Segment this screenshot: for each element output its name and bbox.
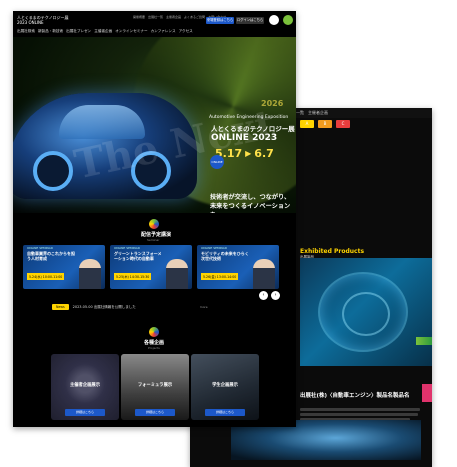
seminar-section-title: 配信予定講演 bbox=[141, 232, 172, 238]
menu-item[interactable]: カンファレンス bbox=[151, 29, 176, 34]
card-chip: ONLINE SEMINAR bbox=[27, 246, 53, 250]
news-bar: News 2023.05.00 出展社情報を公開しました more bbox=[52, 304, 208, 310]
carousel-controls: ‹ › bbox=[259, 291, 280, 300]
top-nav-item[interactable]: 出展社一覧 bbox=[148, 15, 163, 19]
project-detail-button[interactable]: 詳細はこちら bbox=[65, 409, 105, 416]
top-nav-item[interactable]: 主催者企画 bbox=[166, 15, 181, 19]
date-arrow-icon: ▶ bbox=[245, 149, 252, 158]
showcase-stage: 開催概要 出展社一覧 主催者企画 ワークショップ・ワークショップ A B C E… bbox=[0, 0, 457, 467]
menu-item[interactable]: 主催者企画 bbox=[94, 29, 112, 34]
menu-item[interactable]: 出展社プレゼン bbox=[66, 29, 91, 34]
card-title: グリーントランスフォーメーション時代の自動車 bbox=[114, 251, 162, 261]
pink-side-button[interactable] bbox=[422, 384, 432, 402]
register-button[interactable]: 来場登録はこちら bbox=[206, 17, 234, 24]
news-more-link[interactable]: more bbox=[200, 305, 208, 309]
hero-year: 2026 bbox=[261, 99, 284, 108]
projects-section-subtitle: Projects bbox=[148, 346, 160, 350]
card-title: 自動車業界のこれからを担う人材育成 bbox=[27, 251, 75, 261]
top-page: 人とくるまのテクノロジー展 2023 ONLINE 出展社検索 新製品・新技術 … bbox=[13, 11, 296, 427]
speaker-photo bbox=[166, 259, 188, 289]
language-icon[interactable] bbox=[269, 15, 279, 25]
top-nav-item[interactable]: よくあるご質問 bbox=[184, 15, 205, 19]
menu-item[interactable]: 出展社検索 bbox=[17, 29, 35, 34]
hero-tagline: 技術者が交流し、つながり、 未来をつくるイノベーションを bbox=[210, 193, 296, 213]
event-dates: 5.17 ▶ 6.7 bbox=[215, 147, 274, 160]
project-card[interactable]: 主催者企画展示 詳細はこちら bbox=[51, 354, 119, 420]
menu-item[interactable]: 新製品・新技術 bbox=[38, 29, 63, 34]
project-label: 主催者企画展示 bbox=[69, 383, 101, 388]
hero-subtitle-en: Automotive Engineering Exposition bbox=[209, 115, 289, 120]
date-end: 6.7 bbox=[254, 147, 274, 160]
hero-title-online: ONLINE 2023 bbox=[211, 133, 278, 143]
speaker-photo bbox=[253, 259, 275, 289]
engine-graphic bbox=[318, 272, 408, 352]
seminar-logo-icon bbox=[149, 219, 159, 229]
seminar-card[interactable]: ONLINE SEMINAR 自動車業界のこれからを担う人材育成 5.24(水)… bbox=[23, 245, 105, 289]
car-wheel bbox=[33, 151, 73, 191]
tagline-line: 未来をつくるイノベーションを bbox=[210, 203, 291, 213]
carousel-next-button[interactable]: › bbox=[271, 291, 280, 300]
back-tab-c[interactable]: C bbox=[336, 120, 350, 128]
speaker-photo bbox=[79, 259, 101, 289]
product-title: 出展社(株)〈自動車エンジン〉製品名製品名 bbox=[300, 393, 410, 399]
project-label: フォーミュラ展示 bbox=[137, 383, 173, 388]
seminar-carousel: ONLINE SEMINAR 自動車業界のこれからを担う人材育成 5.24(水)… bbox=[23, 245, 279, 289]
seminar-section-subtitle: Seminar bbox=[147, 238, 160, 242]
seminar-card[interactable]: ONLINE SEMINAR モビリティの未来をひらく次世代技術 5.26(金)… bbox=[197, 245, 279, 289]
projects-logo-icon bbox=[149, 327, 159, 337]
tagline-line: 技術者が交流し、つながり、 bbox=[210, 194, 291, 201]
login-button[interactable]: ログインはこちら bbox=[236, 17, 264, 24]
project-card[interactable]: 学生企画展示 詳細はこちら bbox=[191, 354, 259, 420]
card-date: 5.26(金) 13:00-14:00 bbox=[201, 273, 239, 280]
card-chip: ONLINE SEMINAR bbox=[114, 246, 140, 250]
hero-title-jp: 人とくるまのテクノロジー展 bbox=[211, 125, 295, 133]
menu-item[interactable]: アクセス bbox=[179, 29, 193, 34]
news-label: News bbox=[52, 304, 69, 310]
user-icon[interactable] bbox=[283, 15, 293, 25]
site-logo[interactable]: 人とくるまのテクノロジー展 2023 ONLINE bbox=[17, 15, 69, 25]
back-tab-a[interactable]: A bbox=[300, 120, 314, 128]
seminar-card[interactable]: ONLINE SEMINAR グリーントランスフォーメーション時代の自動車 5.… bbox=[110, 245, 192, 289]
project-label: 学生企画展示 bbox=[212, 383, 238, 388]
news-text[interactable]: 2023.05.00 出展社情報を公開しました bbox=[73, 305, 136, 310]
top-nav-item[interactable]: 開催概要 bbox=[133, 15, 145, 19]
menu-item[interactable]: オンラインセミナー bbox=[115, 29, 147, 34]
site-header: 人とくるまのテクノロジー展 2023 ONLINE 出展社検索 新製品・新技術 … bbox=[13, 11, 296, 37]
online-badge: ONLINE bbox=[210, 155, 224, 169]
project-detail-button[interactable]: 詳細はこちら bbox=[205, 409, 245, 416]
card-date: 5.24(水) 10:00-11:00 bbox=[27, 273, 65, 280]
site-sub: 2023 ONLINE bbox=[17, 20, 44, 25]
projects-section-title: 各種企画 bbox=[144, 340, 165, 346]
project-detail-button[interactable]: 詳細はこちら bbox=[135, 409, 175, 416]
card-chip: ONLINE SEMINAR bbox=[201, 246, 227, 250]
carousel-prev-button[interactable]: ‹ bbox=[259, 291, 268, 300]
accent-strip bbox=[416, 337, 432, 345]
back-tab-b[interactable]: B bbox=[318, 120, 332, 128]
main-menu: 出展社検索 新製品・新技術 出展社プレゼン 主催者企画 オンラインセミナー カン… bbox=[17, 29, 193, 34]
exhibited-products-heading: Exhibited Products bbox=[300, 248, 365, 255]
engine-image bbox=[300, 258, 432, 366]
card-title: モビリティの未来をひらく次世代技術 bbox=[201, 251, 249, 261]
hero-banner: The Next 2026 Automotive Engineering Exp… bbox=[13, 37, 296, 213]
project-card[interactable]: フォーミュラ展示 詳細はこちら bbox=[121, 354, 189, 420]
back-topnav-item[interactable]: 主催者企画 bbox=[308, 110, 328, 116]
card-date: 5.25(木) 14:30-15:30 bbox=[114, 273, 152, 280]
